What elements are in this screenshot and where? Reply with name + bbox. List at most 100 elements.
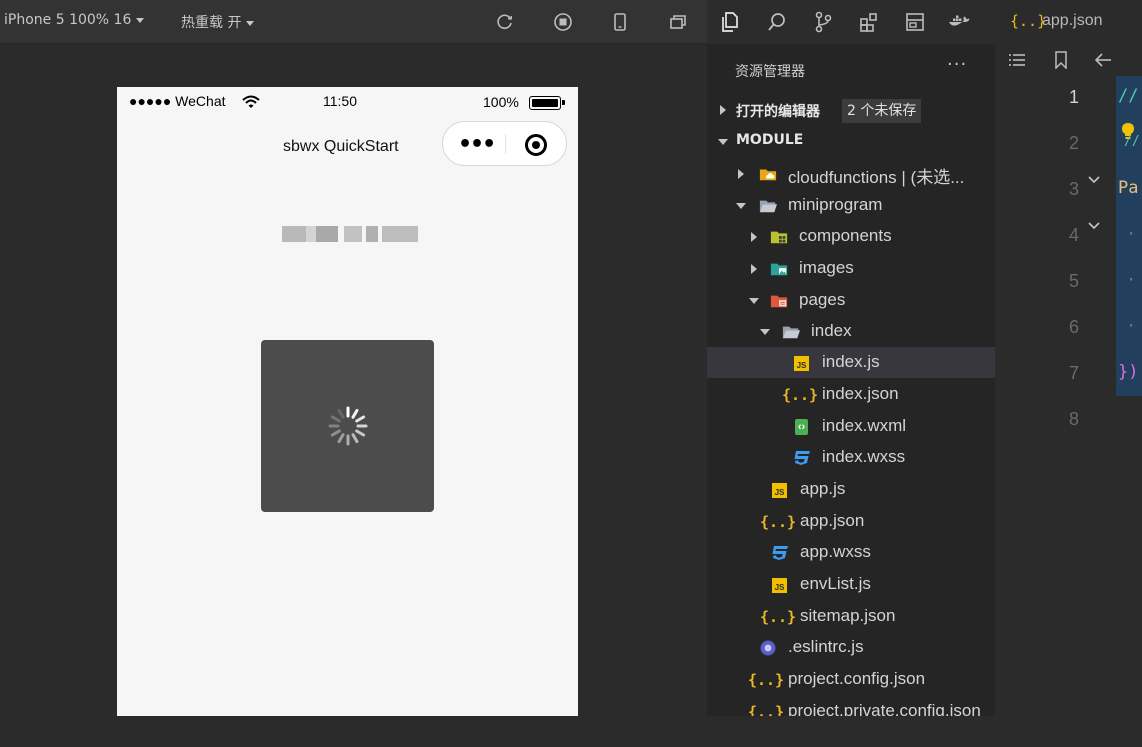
tree-item-label: components (799, 226, 892, 245)
line-number: 1 (1068, 87, 1079, 107)
tree-item-index-js[interactable]: JS index.js (707, 347, 995, 378)
refresh-icon[interactable] (494, 11, 516, 33)
extensions-icon[interactable] (857, 10, 881, 34)
bottom-panel (0, 716, 1142, 747)
back-arrow-icon[interactable] (1093, 50, 1113, 70)
code-fragment: Pa (1118, 178, 1139, 198)
loading-toast (261, 340, 434, 512)
json-file-icon: {..} (747, 671, 785, 689)
code-fragment: · (1126, 224, 1137, 244)
code-fragment: · (1126, 270, 1137, 290)
chevron-down-icon (760, 329, 770, 335)
tree-item-label: miniprogram (788, 195, 883, 214)
tree-item-app-js[interactable]: JS app.js (707, 474, 995, 505)
tree-item-miniprogram[interactable]: miniprogram (707, 190, 995, 221)
tree-item-label: project.config.json (788, 669, 926, 688)
tab-app-json[interactable]: {..} app.json (995, 0, 1142, 44)
device-selector[interactable]: iPhone 5 100% 16 (4, 12, 145, 28)
tree-item-label: index.wxss (822, 447, 906, 466)
hot-reload-label: 热重载 开 (181, 15, 242, 31)
folder-open-icon (759, 197, 777, 215)
module-label: MODULE (736, 132, 804, 148)
fold-chevron-icon[interactable] (1087, 173, 1101, 187)
section-module[interactable]: MODULE (707, 126, 995, 156)
detach-window-icon[interactable] (667, 11, 689, 33)
line-number: 7 (1068, 363, 1079, 383)
tree-item-pages[interactable]: pages (707, 285, 995, 316)
chevron-right-icon (720, 105, 726, 115)
hot-reload-toggle[interactable]: 热重载 开 (181, 12, 255, 32)
chevron-down-icon (718, 139, 728, 145)
chevron-right-icon (751, 264, 757, 274)
files-icon[interactable] (717, 10, 741, 34)
phone-simulator[interactable]: ●●●●● WeChat 11:50 100% sbwx QuickStart … (117, 87, 578, 716)
outline-list-icon[interactable] (1007, 50, 1027, 70)
tree-item-label: index.wxml (822, 416, 907, 435)
tree-item-index-wxss[interactable]: index.wxss (707, 442, 995, 473)
wxml-file-icon: ‹› (795, 419, 808, 435)
tree-item-images[interactable]: images (707, 253, 995, 284)
close-miniprogram-icon[interactable] (525, 134, 547, 156)
line-number: 5 (1068, 271, 1079, 291)
more-dots-icon[interactable]: ••• (458, 132, 496, 157)
source-control-icon[interactable] (811, 10, 835, 34)
section-open-editors[interactable]: 打开的编辑器 2 个未保存 (707, 95, 995, 125)
js-file-icon: JS (772, 483, 787, 498)
status-time: 11:50 (323, 93, 357, 109)
pages-folder-icon (770, 292, 788, 310)
tree-item-label: project.private.config.json (788, 701, 981, 716)
eslint-file-icon (759, 639, 777, 657)
tree-item-label: app.json (800, 511, 865, 530)
chevron-down-icon (736, 203, 746, 209)
device-selector-label: iPhone 5 100% 16 (4, 12, 132, 28)
tree-item-label: pages (799, 290, 846, 309)
tab-label: app.json (1042, 12, 1103, 29)
capsule-menu[interactable]: ••• (442, 121, 567, 166)
fold-chevron-icon[interactable] (1087, 219, 1101, 233)
devtools-window: iPhone 5 100% 16 热重载 开 ●●●●● WeChat 11:5… (0, 0, 1142, 747)
stop-icon[interactable] (552, 11, 574, 33)
line-number: 3 (1068, 179, 1079, 199)
tree-item-cloudfunctions[interactable]: cloudfunctions | (未选... (707, 158, 995, 189)
phone-icon[interactable] (609, 11, 631, 33)
tree-item-envlist-js[interactable]: JS envList.js (707, 569, 995, 600)
tree-item-eslintrc[interactable]: .eslintrc.js (707, 632, 995, 663)
capsule-divider (505, 134, 506, 154)
tree-item-project-config[interactable]: {..} project.config.json (707, 664, 995, 695)
tree-item-index-json[interactable]: {..} index.json (707, 379, 995, 410)
chevron-right-icon (738, 169, 744, 179)
more-actions-icon[interactable]: ··· (947, 54, 967, 75)
tree-item-sitemap-json[interactable]: {..} sitemap.json (707, 601, 995, 632)
tree-item-project-private-config[interactable]: {..} project.private.config.json (707, 696, 995, 716)
bookmark-icon[interactable] (1051, 50, 1071, 70)
code-fragment: // (1118, 86, 1139, 106)
tree-item-index-folder[interactable]: index (707, 316, 995, 347)
battery-icon (529, 96, 565, 110)
layout-icon[interactable] (903, 10, 927, 34)
docker-icon[interactable] (947, 10, 971, 34)
images-folder-icon (770, 260, 788, 278)
json-file-icon: {..} (781, 386, 819, 404)
wxss-file-icon (771, 544, 789, 562)
editor-tab-bar: {..} app.json (995, 0, 1142, 44)
json-file-icon: {..} (759, 513, 797, 531)
tree-item-components[interactable]: components (707, 221, 995, 252)
line-number: 6 (1068, 317, 1079, 337)
tree-item-app-wxss[interactable]: app.wxss (707, 537, 995, 568)
chevron-down-icon (749, 298, 759, 304)
code-fragment: · (1126, 316, 1137, 336)
battery-percent: 100% (483, 94, 519, 110)
line-number: 4 (1068, 225, 1079, 245)
code-area[interactable]: // // Pa · · · }) (1116, 76, 1142, 396)
tree-item-app-json[interactable]: {..} app.json (707, 506, 995, 537)
tree-item-label: cloudfunctions | (未选... (788, 168, 965, 187)
tree-item-index-wxml[interactable]: ‹› index.wxml (707, 411, 995, 442)
open-editors-label: 打开的编辑器 (736, 104, 820, 120)
chevron-down-icon (136, 17, 145, 23)
simulator-toolbar: iPhone 5 100% 16 热重载 开 (0, 0, 707, 44)
editor-pane: {..} app.json // // Pa · · · }) 1 2 3 4 … (995, 0, 1142, 716)
activity-bar (707, 0, 995, 44)
tree-item-label: app.wxss (800, 542, 871, 561)
search-icon[interactable] (765, 10, 789, 34)
chevron-right-icon (751, 232, 757, 242)
